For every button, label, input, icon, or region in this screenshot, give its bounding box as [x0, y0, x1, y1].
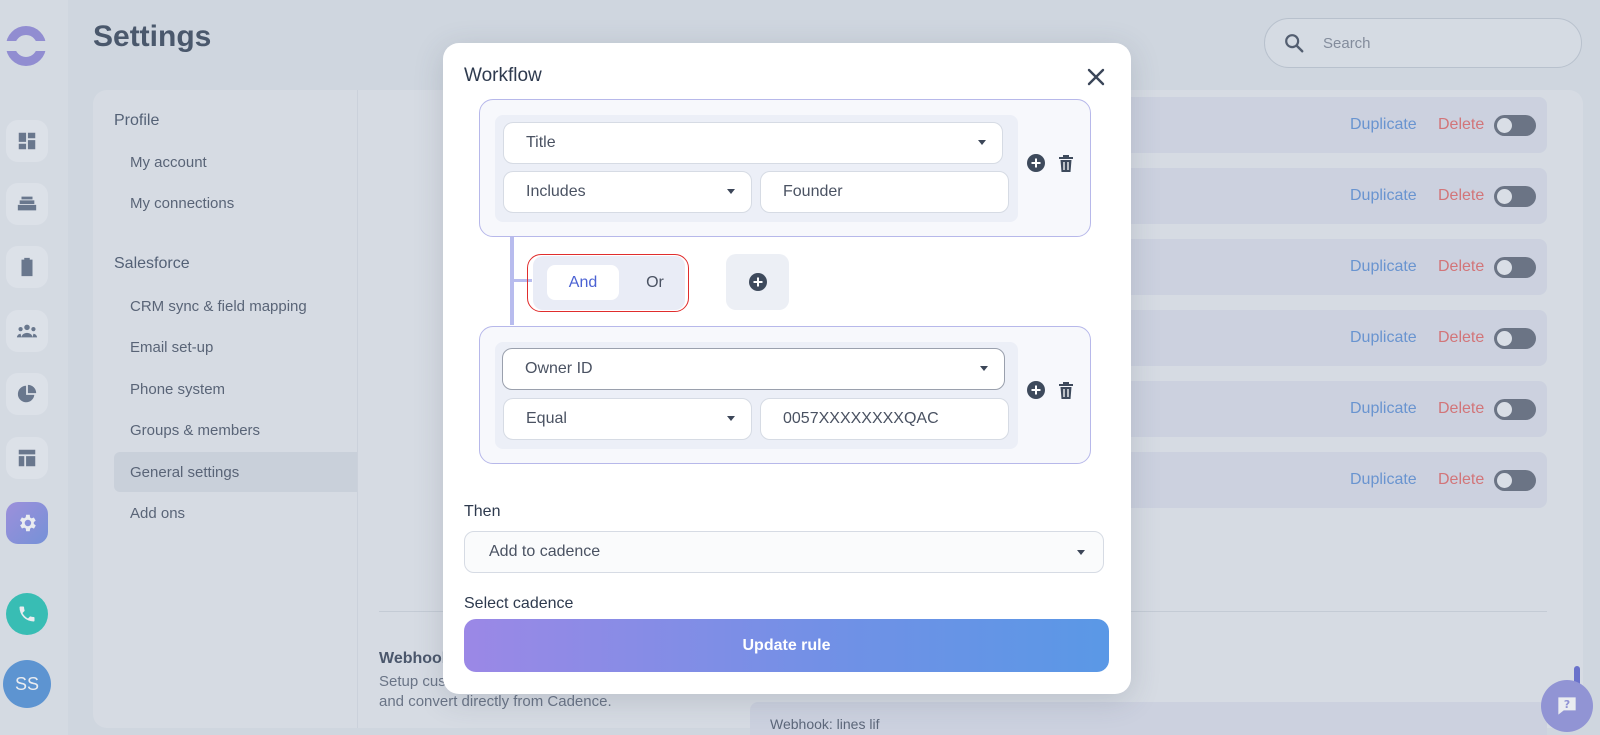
condition-fields: Owner ID Equal 0057XXXXXXXXQAC — [495, 342, 1018, 449]
value-input[interactable]: Founder — [760, 171, 1009, 213]
or-option[interactable]: Or — [619, 265, 691, 300]
condition-block: Owner ID Equal 0057XXXXXXXXQAC — [479, 326, 1091, 464]
and-or-toggle: And Or — [533, 256, 685, 310]
operator-select-value: Equal — [526, 410, 567, 427]
and-option[interactable]: And — [547, 265, 619, 300]
field-select-value: Owner ID — [525, 360, 593, 377]
field-select[interactable]: Title — [503, 122, 1003, 164]
trash-icon[interactable] — [1058, 154, 1074, 172]
condition-actions — [1027, 154, 1074, 172]
select-cadence-label: Select cadence — [464, 595, 574, 612]
field-select-value: Title — [526, 134, 556, 151]
field-select[interactable]: Owner ID — [502, 348, 1005, 390]
condition-fields: Title Includes Founder — [495, 115, 1018, 222]
chevron-down-icon — [978, 140, 986, 145]
workflow-modal: Workflow Title Includes Founder And Or O… — [443, 43, 1131, 694]
add-condition-icon[interactable] — [1027, 381, 1045, 399]
close-icon[interactable] — [1084, 65, 1108, 89]
action-select-value: Add to cadence — [489, 543, 601, 560]
modal-title: Workflow — [464, 65, 542, 86]
operator-select[interactable]: Includes — [503, 171, 752, 213]
condition-actions — [1027, 381, 1074, 399]
value-input-text: Founder — [783, 183, 843, 200]
value-input[interactable]: 0057XXXXXXXXQAC — [760, 398, 1009, 440]
add-condition-icon[interactable] — [1027, 154, 1045, 172]
plus-circle-icon — [748, 273, 767, 291]
value-input-text: 0057XXXXXXXXQAC — [783, 410, 939, 427]
then-label: Then — [464, 503, 501, 520]
chevron-down-icon — [980, 366, 988, 371]
operator-select[interactable]: Equal — [503, 398, 752, 440]
action-select[interactable]: Add to cadence — [464, 531, 1104, 573]
add-group-button[interactable] — [726, 254, 789, 310]
chevron-down-icon — [727, 189, 735, 194]
operator-select-value: Includes — [526, 183, 586, 200]
condition-block: Title Includes Founder — [479, 99, 1091, 237]
trash-icon[interactable] — [1058, 381, 1074, 399]
chevron-down-icon — [1077, 550, 1085, 555]
chevron-down-icon — [727, 416, 735, 421]
update-rule-button[interactable]: Update rule — [464, 619, 1109, 672]
